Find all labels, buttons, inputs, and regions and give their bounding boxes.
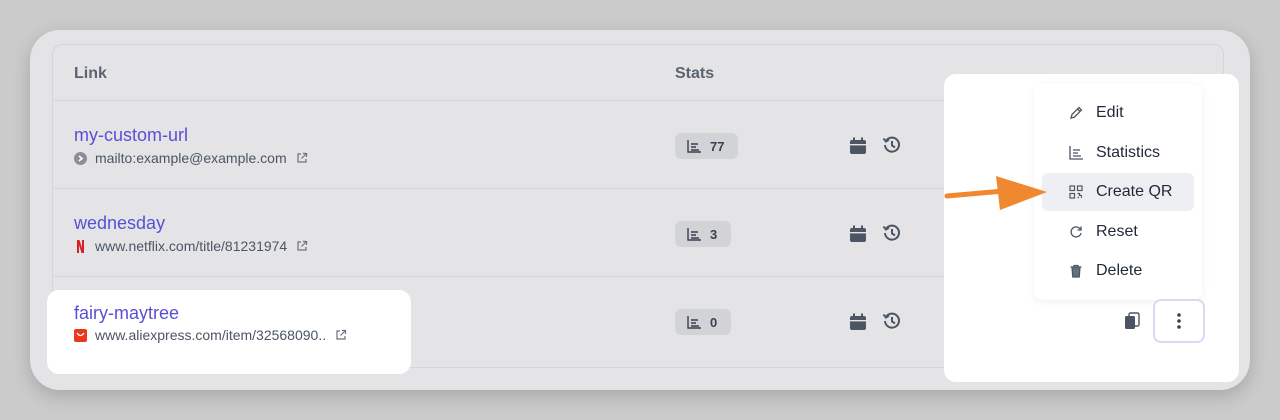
highlighted-link-cell: fairy-maytree www.aliexpress.com/item/32… <box>47 290 411 374</box>
destination-url-text: www.aliexpress.com/item/32568090.. <box>95 327 327 343</box>
destination-url: mailto:example@example.com <box>74 149 308 167</box>
netflix-icon <box>74 239 87 253</box>
short-link[interactable]: wednesday <box>74 213 165 234</box>
menu-item-reset[interactable]: Reset <box>1042 213 1194 251</box>
pencil-icon <box>1070 106 1083 119</box>
more-actions-button[interactable] <box>1153 299 1205 343</box>
menu-item-label: Create QR <box>1096 183 1173 200</box>
trash-icon <box>1070 264 1082 278</box>
menu-item-label: Reset <box>1096 223 1138 240</box>
destination-url: www.netflix.com/title/81231974 <box>74 237 308 255</box>
short-link[interactable]: fairy-maytree <box>74 303 179 324</box>
external-link-icon[interactable] <box>335 329 347 341</box>
click-count: 3 <box>710 226 718 242</box>
menu-item-create-qr[interactable]: Create QR <box>1042 173 1194 211</box>
click-count: 0 <box>710 314 718 330</box>
menu-item-delete[interactable]: Delete <box>1042 252 1194 290</box>
more-vertical-icon <box>1177 313 1181 329</box>
column-header-stats: Stats <box>675 65 715 82</box>
click-count-badge[interactable]: 3 <box>675 221 732 247</box>
aliexpress-icon <box>74 328 87 342</box>
column-header-link: Link <box>74 65 107 82</box>
history-icon[interactable] <box>882 311 902 331</box>
destination-url-text: www.netflix.com/title/81231974 <box>95 238 288 254</box>
destination-url: www.aliexpress.com/item/32568090.. <box>74 326 347 344</box>
click-count: 77 <box>710 138 725 154</box>
menu-item-label: Edit <box>1096 104 1124 121</box>
reset-icon <box>1070 226 1082 238</box>
row-actions-menu: Edit Statistics Create QR Reset Delete <box>1034 84 1202 300</box>
click-count-badge[interactable]: 77 <box>675 133 739 159</box>
history-icon[interactable] <box>882 223 902 243</box>
history-icon[interactable] <box>882 135 902 155</box>
pointer-arrow-icon <box>944 176 1047 210</box>
mail-icon <box>74 151 87 165</box>
destination-url-text: mailto:example@example.com <box>95 150 287 166</box>
menu-item-label: Delete <box>1096 262 1143 279</box>
chart-icon <box>687 227 701 241</box>
chart-icon <box>687 139 701 153</box>
chart-icon <box>1069 146 1083 160</box>
menu-item-edit[interactable]: Edit <box>1042 94 1194 132</box>
calendar-icon[interactable] <box>849 137 867 155</box>
calendar-icon[interactable] <box>849 225 867 243</box>
menu-item-label: Statistics <box>1096 144 1161 161</box>
external-link-icon[interactable] <box>296 152 308 164</box>
calendar-icon[interactable] <box>849 313 867 331</box>
chart-icon <box>687 315 701 329</box>
qr-icon <box>1069 185 1083 199</box>
copy-icon[interactable] <box>1124 312 1140 330</box>
menu-item-statistics[interactable]: Statistics <box>1042 134 1194 172</box>
click-count-badge[interactable]: 0 <box>675 309 732 335</box>
short-link[interactable]: my-custom-url <box>74 125 188 146</box>
external-link-icon[interactable] <box>296 240 308 252</box>
